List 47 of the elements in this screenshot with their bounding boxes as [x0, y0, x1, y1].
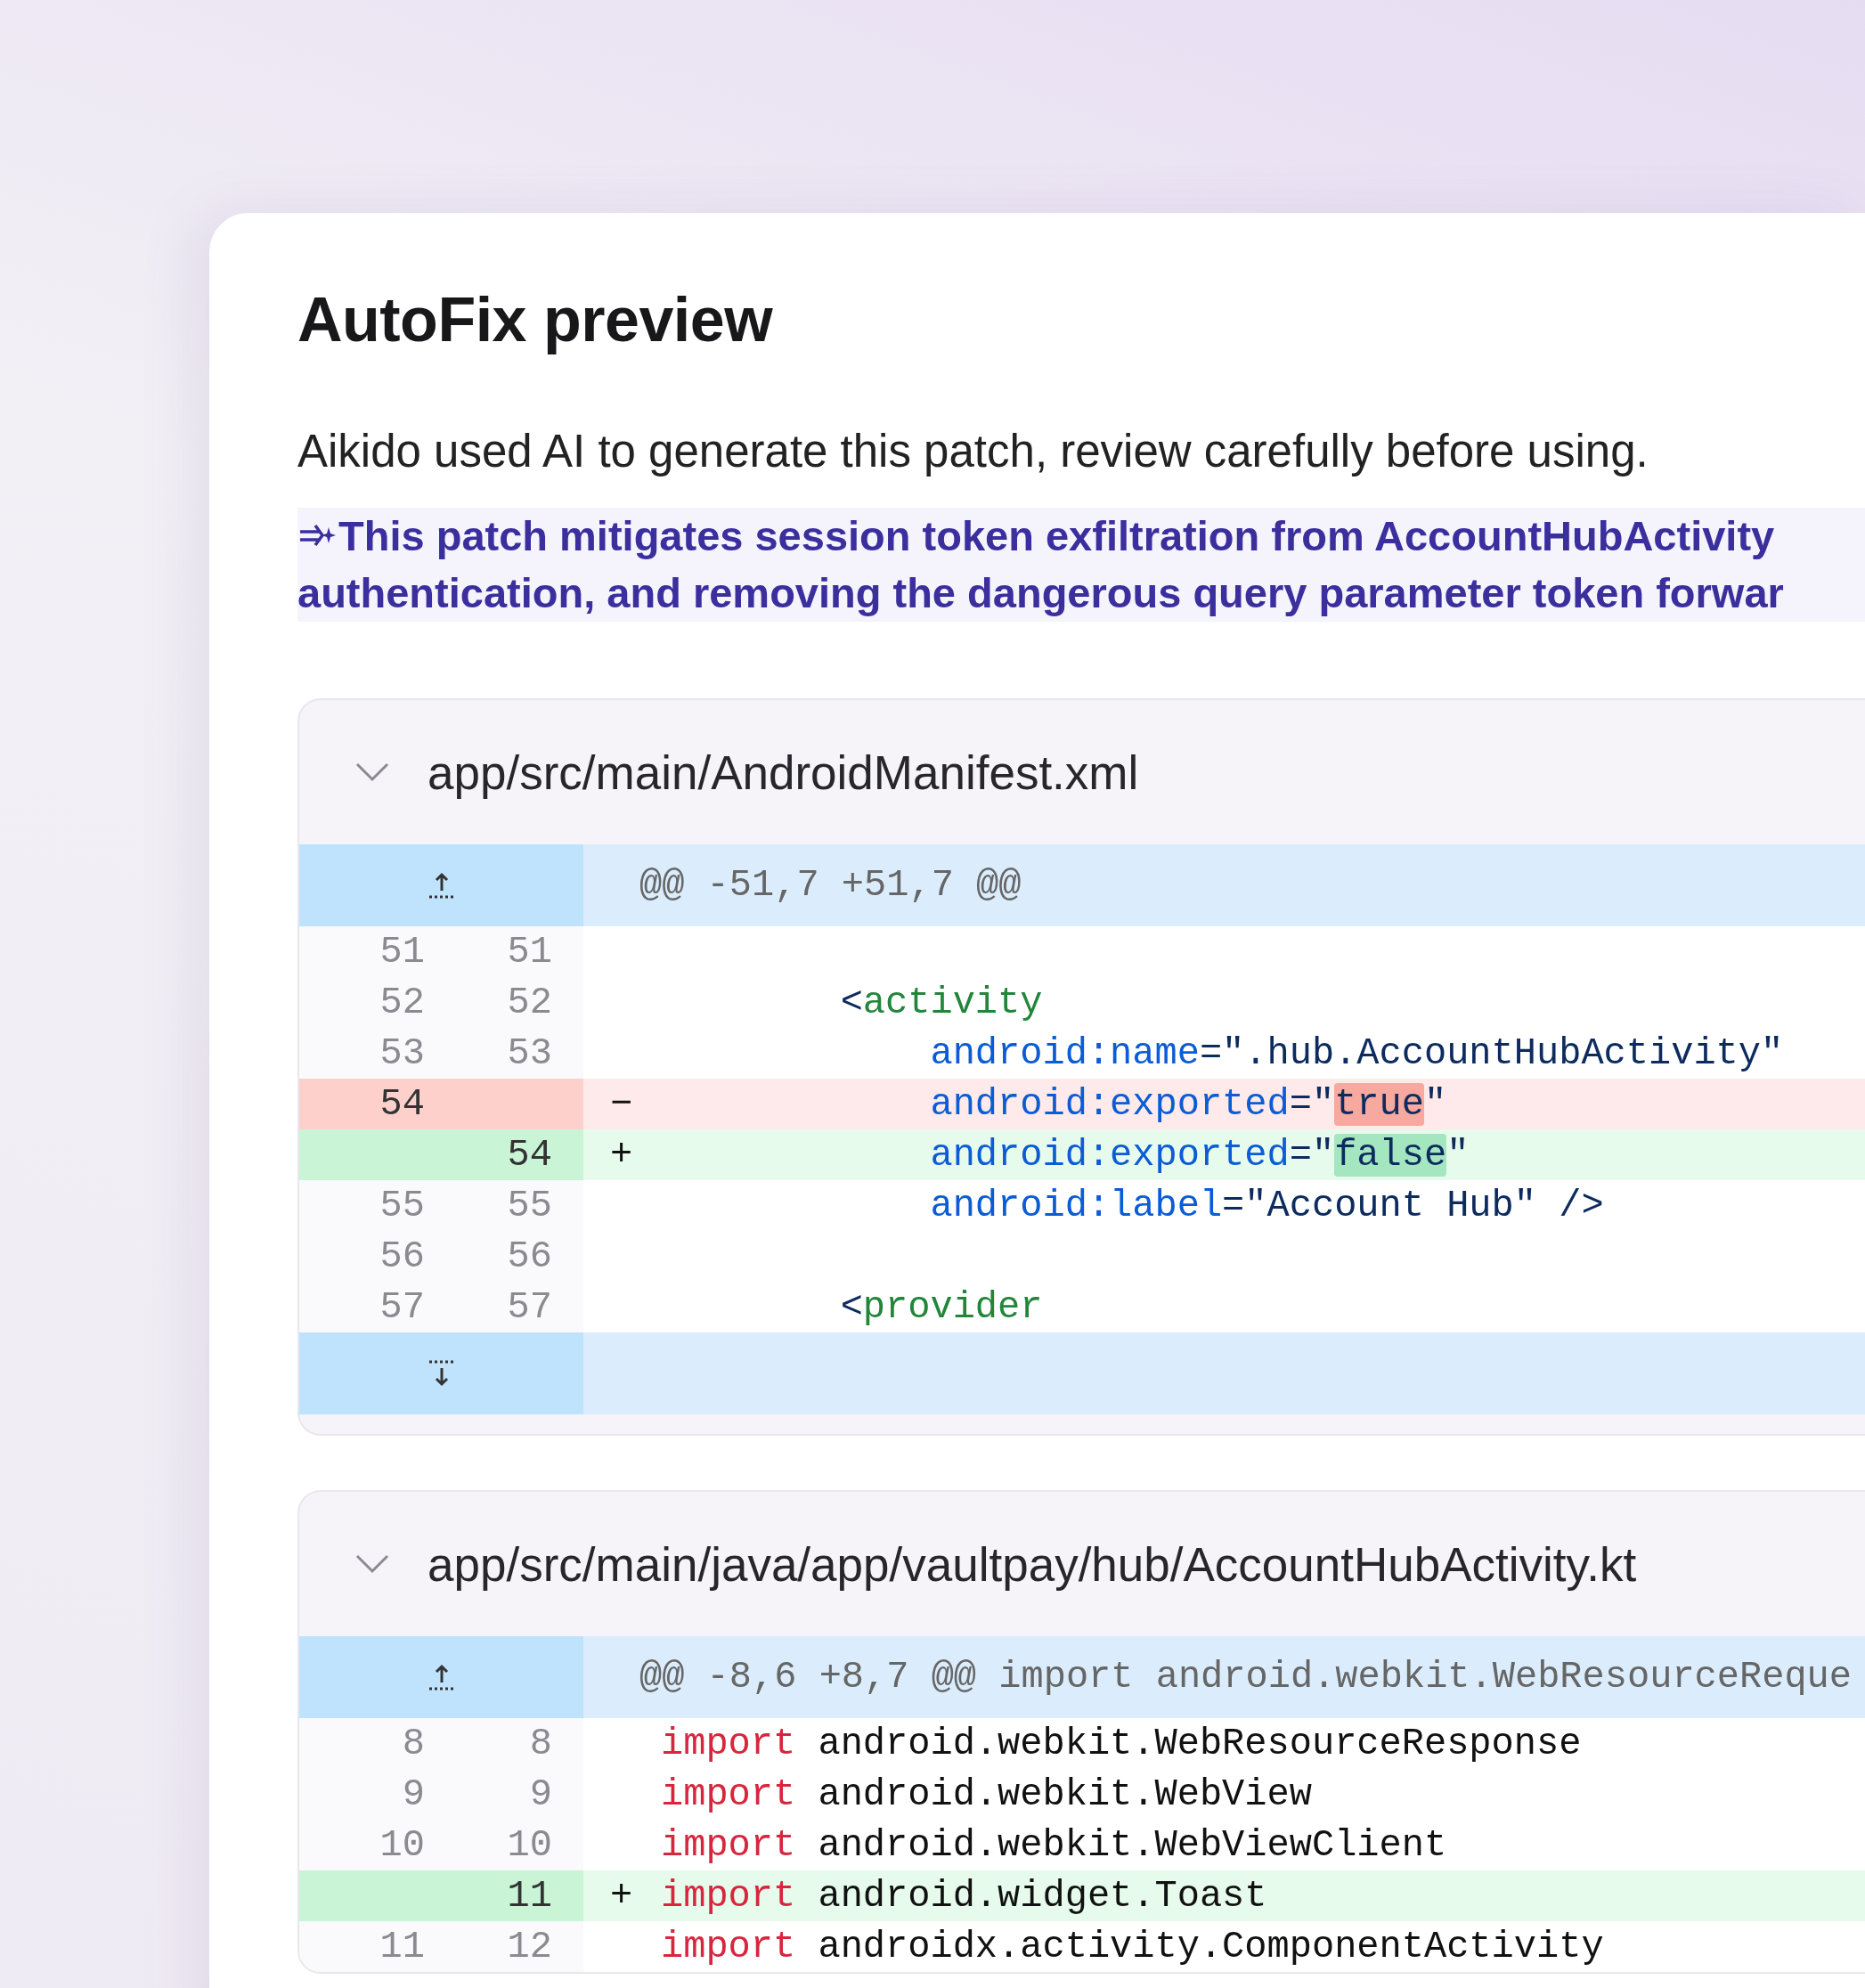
- line-number: 53: [379, 1031, 426, 1075]
- code-line: <provider: [839, 1285, 1043, 1329]
- description-text: Aikido used AI to generate this patch, review carefully before using.: [297, 425, 1649, 477]
- line-number: 56: [379, 1234, 426, 1278]
- code-line: import android.webkit.WebViewClient: [661, 1823, 1447, 1867]
- line-number: 12: [506, 1925, 553, 1968]
- line-number: 56: [506, 1234, 553, 1278]
- diff-sign: +: [609, 1874, 634, 1918]
- summary-text: This patch mitigates session token exfiltration from AccountHubActivity: [338, 511, 1775, 561]
- line-number: 11: [379, 1925, 426, 1968]
- line-number: 54: [379, 1082, 426, 1126]
- file-path: app/src/main/java/app/vaultpay/hub/AccountHubActivity.kt: [428, 1536, 1637, 1592]
- code-line: android:exported="false": [929, 1133, 1470, 1177]
- line-number: 55: [506, 1184, 553, 1227]
- line-number: 11: [506, 1874, 553, 1918]
- code-line: android:exported="true": [929, 1082, 1447, 1126]
- line-number: 10: [379, 1823, 426, 1867]
- line-number: 52: [506, 981, 553, 1024]
- diff-sign: −: [609, 1082, 634, 1126]
- line-number: 10: [506, 1823, 553, 1867]
- line-number: 52: [379, 981, 426, 1024]
- line-number: 54: [506, 1133, 553, 1177]
- file-path: app/src/main/AndroidManifest.xml: [428, 745, 1139, 800]
- code-line: android:name=".hub.AccountHubActivity": [929, 1031, 1784, 1075]
- hunk-header: @@ -51,7 +51,7 @@: [639, 864, 1022, 907]
- line-number: 9: [528, 1772, 553, 1816]
- chevron-down-icon[interactable]: [354, 762, 390, 783]
- line-number: 55: [379, 1184, 426, 1227]
- line-number: 51: [379, 930, 426, 974]
- hunk-header: @@ -8,6 +8,7 @@ import android.webkit.WebResourceReque: [639, 1656, 1853, 1699]
- code-line: <activity: [839, 981, 1043, 1024]
- chevron-down-icon[interactable]: [354, 1553, 390, 1575]
- line-number: 57: [379, 1285, 426, 1329]
- dialog-title: AutoFix preview: [297, 284, 774, 355]
- line-number: 9: [401, 1772, 426, 1816]
- line-number: 8: [528, 1722, 553, 1765]
- line-number: 57: [506, 1285, 553, 1329]
- code-line: import android.widget.Toast: [661, 1874, 1267, 1918]
- summary-text: authentication, and removing the dangerous query parameter token forwar: [297, 568, 1784, 618]
- code-line: import androidx.activity.ComponentActivity: [661, 1925, 1604, 1968]
- code-line: import android.webkit.WebResourceResponse: [661, 1722, 1582, 1765]
- code-line: import android.webkit.WebView: [661, 1772, 1312, 1816]
- line-number: 53: [506, 1031, 553, 1075]
- line-number: 8: [401, 1722, 426, 1765]
- diff-sign: +: [609, 1133, 634, 1177]
- code-line: android:label="Account Hub" />: [929, 1184, 1604, 1227]
- line-number: 51: [506, 930, 553, 974]
